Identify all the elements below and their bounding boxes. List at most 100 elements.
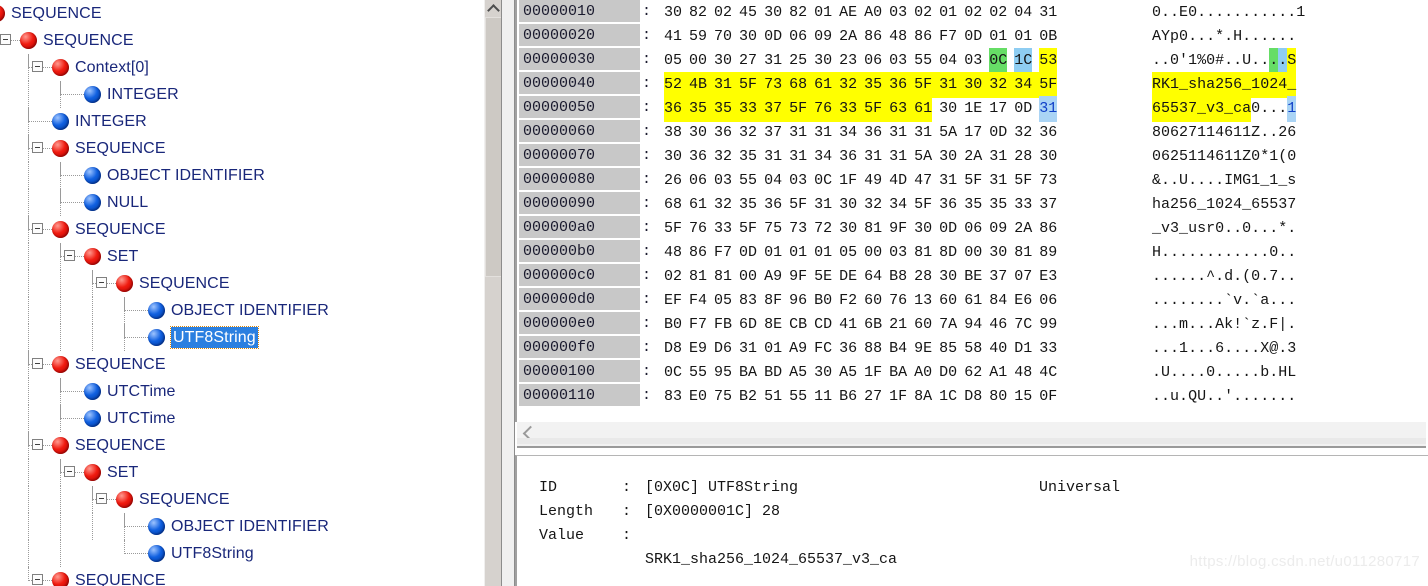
hex-byte[interactable]: 30 xyxy=(814,360,832,386)
hex-byte[interactable]: 75 xyxy=(714,384,732,410)
hex-byte[interactable]: 06 xyxy=(789,24,807,50)
hex-byte[interactable]: 60 xyxy=(864,288,882,314)
tree-row[interactable]: OBJECT IDENTIFIER xyxy=(0,297,484,324)
hex-byte-group[interactable]: 52 4B 31 5F 73 68 61 32 35 36 5F 31 30 3… xyxy=(664,72,1058,98)
hex-ascii-group[interactable]: ...m...Ak!`z.F|. xyxy=(1152,312,1296,338)
hex-byte[interactable]: D8 xyxy=(664,336,682,362)
hex-byte[interactable]: A9 xyxy=(764,264,782,290)
hex-byte[interactable]: 06 xyxy=(689,168,707,194)
tree-row[interactable]: SEQUENCE xyxy=(0,0,484,27)
hex-byte[interactable]: 03 xyxy=(789,168,807,194)
hex-byte[interactable]: 09 xyxy=(814,24,832,50)
tree-row[interactable]: UTCTime xyxy=(0,378,484,405)
hex-byte-group[interactable]: 41 59 70 30 0D 06 09 2A 86 48 86 F7 0D 0… xyxy=(664,24,1057,50)
tree-collapse-toggle[interactable] xyxy=(32,142,43,153)
hex-ascii-group[interactable]: 65537_v3_ca0...1 xyxy=(1152,96,1297,122)
tree-collapse-toggle[interactable] xyxy=(64,250,75,261)
hex-byte[interactable]: 00 xyxy=(964,240,982,266)
hex-byte[interactable]: 30 xyxy=(664,144,682,170)
hex-byte[interactable]: 01 xyxy=(764,336,782,362)
hex-byte[interactable]: 02 xyxy=(989,0,1007,26)
tree-node-label[interactable]: UTF8String xyxy=(171,543,254,564)
hex-byte[interactable]: 32 xyxy=(864,192,882,218)
tree-row[interactable]: SEQUENCE xyxy=(0,351,484,378)
tree-row[interactable]: SEQUENCE xyxy=(0,567,484,586)
hex-byte[interactable]: B4 xyxy=(889,336,907,362)
hex-byte[interactable]: 63 xyxy=(889,96,908,122)
hex-byte[interactable]: 89 xyxy=(1039,240,1057,266)
hex-row[interactable]: 00000080:26 06 03 55 04 03 0C 1F 49 4D 4… xyxy=(517,168,1428,192)
hex-byte[interactable]: 06 xyxy=(1039,288,1057,314)
tree-collapse-toggle[interactable] xyxy=(32,358,43,369)
hex-byte[interactable]: 5E xyxy=(814,264,832,290)
hex-byte[interactable]: 04 xyxy=(1014,0,1032,26)
hex-byte[interactable]: 62 xyxy=(964,360,982,386)
hex-row[interactable]: 00000070:30 36 32 35 31 31 34 36 31 31 5… xyxy=(517,144,1428,168)
hex-byte[interactable]: 4B xyxy=(689,72,708,98)
hex-byte[interactable]: 36 xyxy=(839,144,857,170)
scroll-up-arrow-icon[interactable] xyxy=(485,0,502,17)
hex-byte[interactable]: 55 xyxy=(914,48,932,74)
hex-byte[interactable]: 32 xyxy=(714,192,732,218)
hex-byte[interactable]: 46 xyxy=(989,312,1007,338)
hex-byte[interactable]: 81 xyxy=(689,264,707,290)
hex-byte[interactable]: 41 xyxy=(839,312,857,338)
hex-byte[interactable]: 37 xyxy=(764,120,782,146)
hex-byte[interactable]: 5F xyxy=(964,168,982,194)
hex-row[interactable]: 000000a0:5F 76 33 5F 75 73 72 30 81 9F 3… xyxy=(517,216,1428,240)
hex-byte[interactable]: 61 xyxy=(964,288,982,314)
hex-byte[interactable]: 34 xyxy=(839,120,857,146)
hex-byte[interactable]: 04 xyxy=(764,168,782,194)
hex-byte[interactable]: A5 xyxy=(839,360,857,386)
tree-node-label[interactable]: SEQUENCE xyxy=(139,489,230,510)
hex-byte[interactable]: 64 xyxy=(864,264,882,290)
hex-byte[interactable]: 5F xyxy=(664,216,682,242)
hex-byte[interactable]: 17 xyxy=(964,120,982,146)
hex-byte[interactable]: 9F xyxy=(789,264,807,290)
hex-byte[interactable]: 06 xyxy=(864,48,882,74)
hex-byte[interactable]: 33 xyxy=(714,216,732,242)
hex-byte-group[interactable]: 05 00 30 27 31 25 30 23 06 03 55 04 03 0… xyxy=(664,48,1058,74)
hex-byte[interactable]: E0 xyxy=(689,384,707,410)
hex-byte[interactable]: EF xyxy=(664,288,682,314)
hex-byte-group[interactable]: 30 36 32 35 31 31 34 36 31 31 5A 30 2A 3… xyxy=(664,144,1057,170)
hex-byte[interactable]: 03 xyxy=(889,48,907,74)
tree-node-label[interactable]: UTCTime xyxy=(107,381,176,402)
hex-byte[interactable]: 31 xyxy=(939,72,958,98)
hex-byte[interactable]: 55 xyxy=(789,384,807,410)
hex-byte-group[interactable]: 68 61 32 35 36 5F 31 30 32 34 5F 36 35 3… xyxy=(664,192,1057,218)
hex-byte[interactable]: 31 xyxy=(764,48,782,74)
hex-byte[interactable]: 30 xyxy=(739,24,757,50)
hex-byte[interactable]: 32 xyxy=(839,72,858,98)
hex-byte[interactable]: 31 xyxy=(714,72,733,98)
hex-byte[interactable]: 31 xyxy=(814,120,832,146)
hex-byte[interactable]: 41 xyxy=(664,24,682,50)
hex-row[interactable]: 00000020:41 59 70 30 0D 06 09 2A 86 48 8… xyxy=(517,24,1428,48)
hex-byte[interactable]: 5F xyxy=(739,72,758,98)
hex-byte[interactable]: 01 xyxy=(939,0,957,26)
tree-row[interactable]: UTF8String xyxy=(0,324,484,351)
hex-byte[interactable]: 95 xyxy=(714,360,732,386)
hex-row[interactable]: 00000050:36 35 35 33 37 5F 76 33 5F 63 6… xyxy=(517,96,1428,122)
hex-byte[interactable]: 30 xyxy=(839,216,857,242)
hex-byte[interactable]: 33 xyxy=(1039,336,1057,362)
hex-byte[interactable]: B0 xyxy=(664,312,682,338)
hex-byte[interactable]: 8F xyxy=(764,288,782,314)
hex-byte[interactable]: 02 xyxy=(964,0,982,26)
hex-byte[interactable]: 36 xyxy=(664,96,683,122)
tree-node-label[interactable]: OBJECT IDENTIFIER xyxy=(171,516,329,537)
tree-row[interactable]: SEQUENCE xyxy=(0,486,484,513)
hex-byte[interactable]: 31 xyxy=(1039,0,1057,26)
hex-byte[interactable]: 1F xyxy=(864,360,882,386)
tree-node-label[interactable]: SEQUENCE xyxy=(75,570,166,586)
hex-byte[interactable]: BE xyxy=(964,264,982,290)
hex-byte[interactable]: 30 xyxy=(939,96,957,122)
hex-byte[interactable]: 47 xyxy=(914,168,932,194)
hex-byte[interactable]: 01 xyxy=(789,240,807,266)
tree-node-label[interactable]: SEQUENCE xyxy=(75,435,166,456)
hex-byte[interactable]: 03 xyxy=(889,0,907,26)
tree-row[interactable]: SEQUENCE xyxy=(0,216,484,243)
hex-byte[interactable]: 33 xyxy=(739,96,758,122)
hex-byte[interactable]: 94 xyxy=(964,312,982,338)
hex-byte[interactable]: 51 xyxy=(764,384,782,410)
